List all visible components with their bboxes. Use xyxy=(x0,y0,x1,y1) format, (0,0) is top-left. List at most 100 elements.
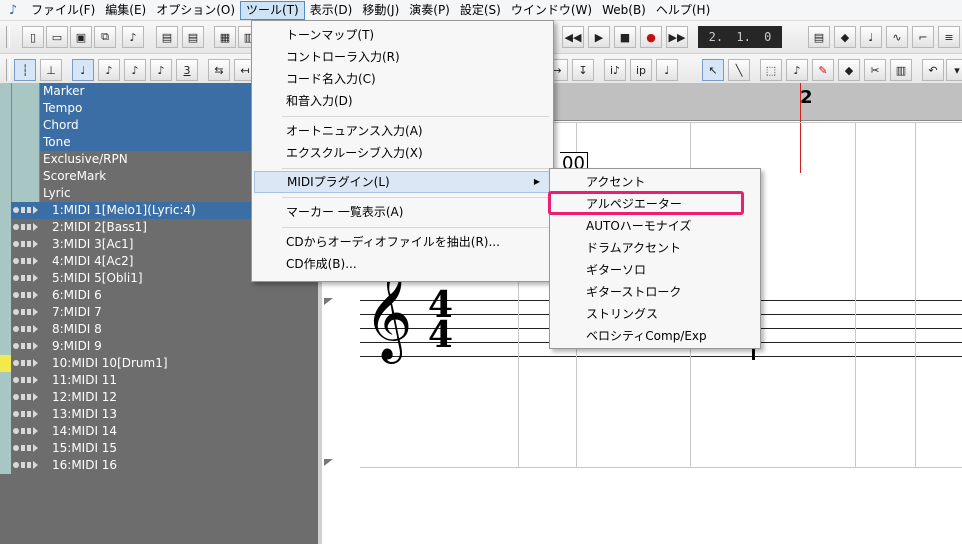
track-row-midi[interactable]: 12:MIDI 12 xyxy=(0,389,320,406)
menu-move[interactable]: 移動(J) xyxy=(357,1,404,20)
tie-icon[interactable]: ⇆ xyxy=(208,59,230,81)
note-icon[interactable]: ♩ xyxy=(860,26,882,48)
stop-icon[interactable]: ■ xyxy=(614,26,636,48)
menu-help[interactable]: ヘルプ(H) xyxy=(651,1,715,20)
track-row-midi[interactable]: 14:MIDI 14 xyxy=(0,423,320,440)
track-status-icons[interactable] xyxy=(13,291,38,299)
menu-item-midi-plugin[interactable]: MIDIプラグイン(L) ▶ xyxy=(254,171,551,193)
mixer-icon[interactable]: ▦ xyxy=(214,26,236,48)
select-line-icon[interactable]: ╲ xyxy=(728,59,750,81)
eraser-icon[interactable]: ◆ xyxy=(838,59,860,81)
track-row-midi[interactable]: 15:MIDI 15 xyxy=(0,440,320,457)
menu-item-velocity-comp[interactable]: ベロシティComp/Exp xyxy=(552,325,758,347)
eighth-note-icon[interactable]: ♪ xyxy=(98,59,120,81)
open-file-icon[interactable]: ▭ xyxy=(46,26,68,48)
playhead[interactable] xyxy=(800,83,801,173)
menu-edit[interactable]: 編集(E) xyxy=(100,1,151,20)
track-status-icons[interactable] xyxy=(13,308,38,316)
export-icon[interactable]: ▤ xyxy=(182,26,204,48)
menu-view[interactable]: 表示(D) xyxy=(305,1,358,20)
menu-settings[interactable]: 設定(S) xyxy=(455,1,506,20)
track-row-midi[interactable]: 11:MIDI 11 xyxy=(0,372,320,389)
menu-item-marker-list[interactable]: マーカー 一覧表示(A) xyxy=(254,201,551,223)
grid-icon[interactable]: ┆ xyxy=(14,59,36,81)
guitar-icon[interactable]: ⌐ xyxy=(912,26,934,48)
track-row-midi[interactable]: 9:MIDI 9 xyxy=(0,338,320,355)
insert-icon[interactable]: ↧ xyxy=(572,59,594,81)
track-status-icons[interactable] xyxy=(13,359,38,367)
menu-item-drum-accent[interactable]: ドラムアクセント xyxy=(552,237,758,259)
sixteenth-note-icon[interactable]: ♪ xyxy=(124,59,146,81)
track-status-icons[interactable] xyxy=(13,427,38,435)
menu-item-exclusive-input[interactable]: エクスクルーシブ入力(X) xyxy=(254,142,551,164)
toolbar-grip[interactable] xyxy=(6,26,10,48)
menu-tools[interactable]: ツール(T) xyxy=(240,0,305,20)
track-status-icons[interactable] xyxy=(13,444,38,452)
menu-item-accent[interactable]: アクセント xyxy=(552,171,758,193)
ip-dynamics-icon[interactable]: ip xyxy=(630,59,652,81)
copy-icon[interactable]: ⧉ xyxy=(94,26,116,48)
menu-play[interactable]: 演奏(P) xyxy=(404,1,455,20)
wave-icon[interactable]: ∿ xyxy=(886,26,908,48)
track-row-midi[interactable]: 7:MIDI 7 xyxy=(0,304,320,321)
track-status-icons[interactable] xyxy=(13,342,38,350)
menu-item-guitar-stroke[interactable]: ギターストローク xyxy=(552,281,758,303)
score-icon[interactable]: ≡ xyxy=(938,26,960,48)
menu-item-cd-extract[interactable]: CDからオーディオファイルを抽出(R)... xyxy=(254,231,551,253)
track-status-icons[interactable] xyxy=(13,240,38,248)
keyboard-input-icon[interactable]: ▥ xyxy=(890,59,912,81)
track-status-icons[interactable] xyxy=(13,393,38,401)
play-icon[interactable]: ▶ xyxy=(588,26,610,48)
fast-forward-icon[interactable]: ▶▶ xyxy=(666,26,688,48)
menu-item-guitar-solo[interactable]: ギターソロ xyxy=(552,259,758,281)
menu-web[interactable]: Web(B) xyxy=(597,1,651,20)
track-row-midi[interactable]: 13:MIDI 13 xyxy=(0,406,320,423)
save-icon[interactable]: ▣ xyxy=(70,26,92,48)
track-row-midi[interactable]: 10:MIDI 10[Drum1] xyxy=(0,355,320,372)
track-status-icons[interactable] xyxy=(13,257,38,265)
piano-roll-icon[interactable]: ⊥ xyxy=(40,59,62,81)
track-status-icons[interactable] xyxy=(13,206,38,214)
audio-file-icon[interactable]: ♪ xyxy=(122,26,144,48)
a7-chord-icon[interactable]: ◆ xyxy=(834,26,856,48)
ip-note-icon[interactable]: i♪ xyxy=(604,59,626,81)
triplet-button[interactable]: 3 xyxy=(176,59,198,81)
thirtysecond-note-icon[interactable]: ♪ xyxy=(150,59,172,81)
menu-item-tone-map[interactable]: トーンマップ(T) xyxy=(254,24,551,46)
track-status-icons[interactable] xyxy=(13,325,38,333)
track-row-midi[interactable]: 8:MIDI 8 xyxy=(0,321,320,338)
menu-item-auto-harmonize[interactable]: AUTOハーモナイズ xyxy=(552,215,758,237)
track-status-icons[interactable] xyxy=(13,376,38,384)
toolbar-grip[interactable] xyxy=(6,59,10,81)
track-status-icons[interactable] xyxy=(13,274,38,282)
undo-menu-icon[interactable]: ▾ xyxy=(946,59,962,81)
menu-item-strings[interactable]: ストリングス xyxy=(552,303,758,325)
menu-item-auto-nuance[interactable]: オートニュアンス入力(A) xyxy=(254,120,551,142)
scissors-icon[interactable]: ✂ xyxy=(864,59,886,81)
menu-item-controller-input[interactable]: コントローラ入力(R) xyxy=(254,46,551,68)
track-status-icons[interactable] xyxy=(13,410,38,418)
track-row-midi[interactable]: 6:MIDI 6 xyxy=(0,287,320,304)
track-row-midi[interactable]: 16:MIDI 16 xyxy=(0,457,320,474)
pencil-icon[interactable]: ✎ xyxy=(812,59,834,81)
range-select-icon[interactable]: ⬚ xyxy=(760,59,782,81)
menu-options[interactable]: オプション(O) xyxy=(151,1,240,20)
note-select-icon[interactable]: ♪ xyxy=(786,59,808,81)
note-box-icon[interactable]: ♩ xyxy=(656,59,678,81)
pointer-icon[interactable]: ↖ xyxy=(702,59,724,81)
menu-item-cd-create[interactable]: CD作成(B)... xyxy=(254,253,551,275)
quarter-note-icon[interactable]: ♩ xyxy=(72,59,94,81)
menu-item-chord-name-input[interactable]: コード名入力(C) xyxy=(254,68,551,90)
import-icon[interactable]: ▤ xyxy=(156,26,178,48)
menu-window[interactable]: ウインドウ(W) xyxy=(506,1,597,20)
track-status-icons[interactable] xyxy=(13,223,38,231)
rewind-icon[interactable]: ◀◀ xyxy=(562,26,584,48)
track-status-icons[interactable] xyxy=(13,461,38,469)
record-icon[interactable]: ● xyxy=(640,26,662,48)
menu-item-harmony-input[interactable]: 和音入力(D) xyxy=(254,90,551,112)
new-file-icon[interactable]: ▯ xyxy=(22,26,44,48)
menu-file[interactable]: ファイル(F) xyxy=(26,1,100,20)
app-icon[interactable]: ♪ xyxy=(0,0,26,21)
undo-icon[interactable]: ↶ xyxy=(922,59,944,81)
keyboard-icon[interactable]: ▤ xyxy=(808,26,830,48)
